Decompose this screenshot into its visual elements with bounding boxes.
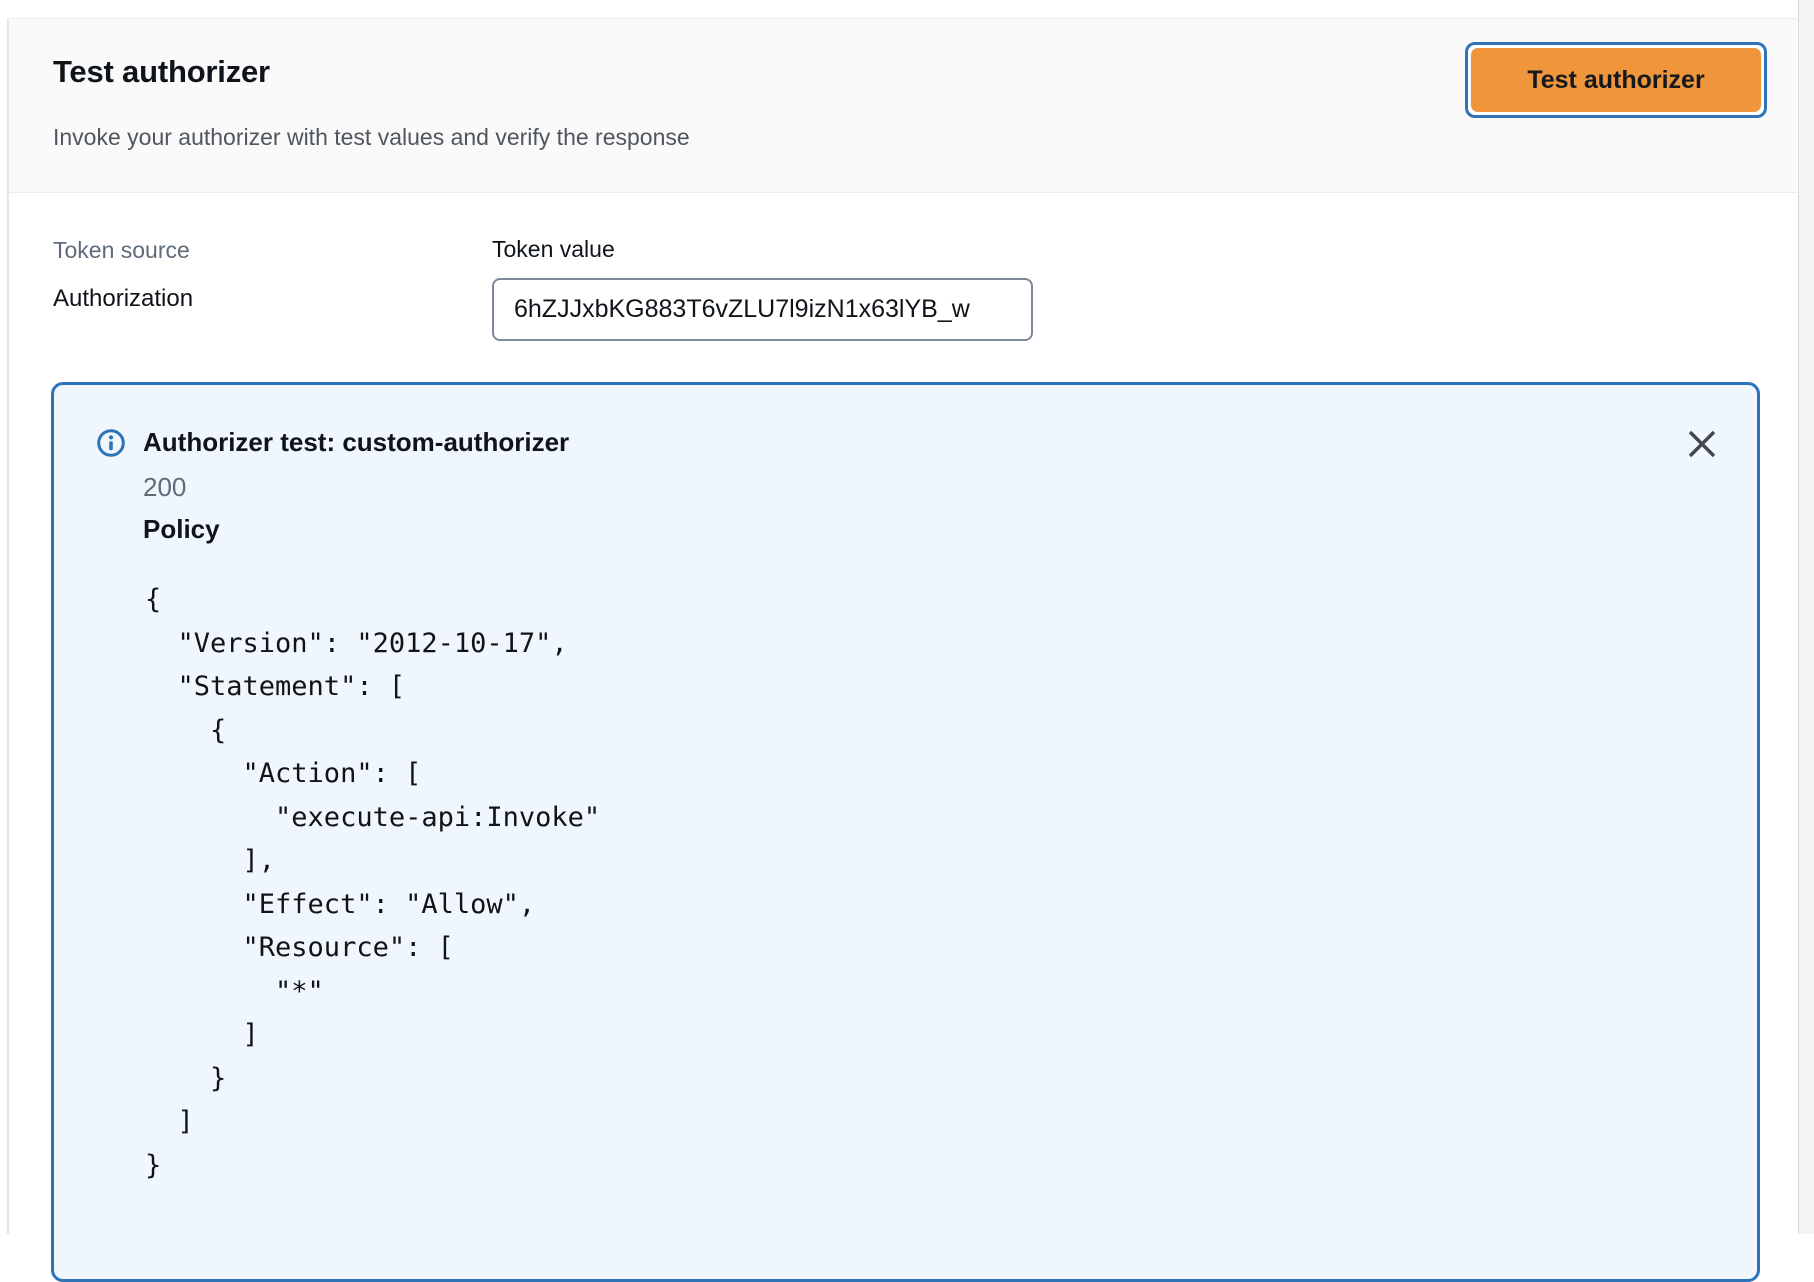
test-authorizer-page: { "header": { "title": "Test authorizer"… [0,0,1814,1234]
status-code: 200 [143,470,186,504]
token-source-value: Authorization [53,283,193,315]
close-alert-button[interactable] [1687,429,1717,459]
vertical-scrollbar[interactable] [1798,0,1814,1234]
alert-title: Authorizer test: custom-authorizer [143,425,569,459]
token-source-label: Token source [53,235,190,265]
policy-label: Policy [143,512,220,546]
page-subtitle: Invoke your authorizer with test values … [53,122,690,152]
test-authorizer-button-focus-ring: Test authorizer [1465,42,1767,118]
info-icon [96,428,126,458]
token-value-label: Token value [492,234,615,264]
policy-json-output: { "Version": "2012-10-17", "Statement": … [145,578,600,1187]
page-title: Test authorizer [53,53,270,91]
token-value-input[interactable] [492,278,1033,341]
authorizer-test-result-alert: Authorizer test: custom-authorizer 200 P… [51,382,1760,1282]
content-left-divider [7,18,9,1234]
test-authorizer-button[interactable]: Test authorizer [1471,48,1761,112]
close-icon [1687,429,1717,459]
